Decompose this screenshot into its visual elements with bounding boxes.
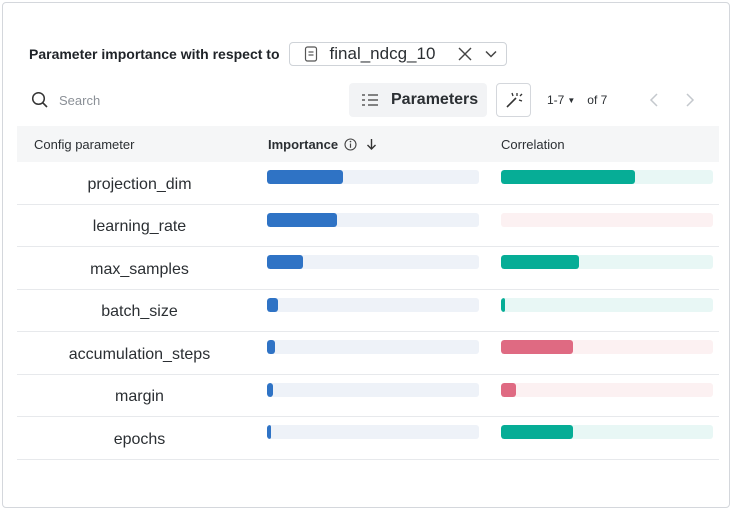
parameter-name: accumulation_steps <box>68 345 211 363</box>
list-icon <box>362 94 378 106</box>
header-label: Parameter importance with respect to <box>29 46 280 62</box>
metric-value: final_ndcg_10 <box>329 44 436 63</box>
page-total: of 7 <box>587 93 608 107</box>
importance-bar-track <box>267 425 479 439</box>
parameter-name: learning_rate <box>92 218 187 236</box>
info-icon[interactable] <box>344 138 357 151</box>
importance-header-label: Importance <box>268 137 339 152</box>
magic-wand-button[interactable] <box>496 83 531 117</box>
column-header-parameter: Config parameter <box>34 137 135 152</box>
parameter-name: batch_size <box>101 303 178 321</box>
parameter-name: epochs <box>113 430 166 448</box>
importance-bar-track <box>267 340 479 354</box>
column-header-correlation: Correlation <box>501 137 565 152</box>
importance-bar <box>267 340 276 354</box>
search-box <box>31 91 259 109</box>
table-row: max_samples <box>17 247 719 290</box>
chevron-down-icon[interactable] <box>484 47 498 61</box>
importance-bar-track <box>267 212 479 227</box>
search-icon <box>31 91 48 108</box>
table-row: batch_size <box>17 290 719 332</box>
table-body: projection_dim learning_rate max_samplesba… <box>17 162 719 460</box>
correlation-bar-track <box>501 170 713 184</box>
importance-table: Config parameter Importance Correlation … <box>17 126 719 460</box>
correlation-bar-track <box>501 425 713 439</box>
search-input[interactable] <box>59 92 259 108</box>
parameters-button[interactable]: Parameters <box>349 83 487 117</box>
correlation-bar <box>501 382 516 397</box>
sort-arrow-down-icon[interactable] <box>365 138 378 151</box>
importance-bar-track <box>267 297 479 312</box>
table-header: Config parameter Importance Correlation <box>17 126 719 162</box>
correlation-bar <box>501 425 574 439</box>
importance-bar-track <box>267 382 479 397</box>
table-row: margin <box>17 375 719 417</box>
toolbar: Parameters 1-7 ▼ of 7 <box>17 83 719 117</box>
importance-bar-track <box>267 170 479 184</box>
correlation-bar <box>501 255 580 269</box>
parameter-name: projection_dim <box>87 175 192 193</box>
page-range-select[interactable]: 1-7 ▼ <box>547 93 575 107</box>
chevron-right-icon[interactable] <box>682 92 696 108</box>
parameter-importance-panel: Parameter importance with respect to fin… <box>2 2 730 508</box>
importance-bar <box>267 170 344 184</box>
correlation-bar-track <box>501 297 713 312</box>
importance-bar <box>267 425 272 439</box>
importance-bar <box>267 212 337 227</box>
correlation-bar <box>501 297 506 312</box>
close-icon[interactable] <box>458 47 472 61</box>
importance-bar <box>267 297 278 312</box>
importance-bar <box>267 382 274 397</box>
document-icon <box>304 46 317 62</box>
page-range: 1-7 <box>547 93 565 107</box>
magic-wand-icon <box>505 92 522 108</box>
correlation-bar-track <box>501 382 713 397</box>
table-row: learning_rate <box>17 205 719 247</box>
parameter-name: max_samples <box>90 260 189 278</box>
importance-bar <box>267 255 304 269</box>
column-header-importance[interactable]: Importance <box>268 137 378 152</box>
chevron-left-icon[interactable] <box>648 92 662 108</box>
parameters-label: Parameters <box>391 91 479 108</box>
pagination: 1-7 ▼ of 7 <box>547 93 607 107</box>
correlation-bar-track <box>501 340 713 354</box>
importance-bar-track <box>267 255 479 269</box>
correlation-bar-track <box>501 255 713 269</box>
correlation-bar-track <box>501 212 713 227</box>
metric-select[interactable]: final_ndcg_10 <box>288 42 507 66</box>
caret-down-icon: ▼ <box>567 95 576 105</box>
correlation-bar <box>501 170 635 184</box>
table-row: epochs <box>17 417 719 460</box>
parameter-name: margin <box>115 388 164 406</box>
correlation-bar <box>501 340 574 354</box>
table-row: accumulation_steps <box>17 332 719 375</box>
header-row: Parameter importance with respect to fin… <box>29 41 507 67</box>
table-row: projection_dim <box>17 162 719 205</box>
